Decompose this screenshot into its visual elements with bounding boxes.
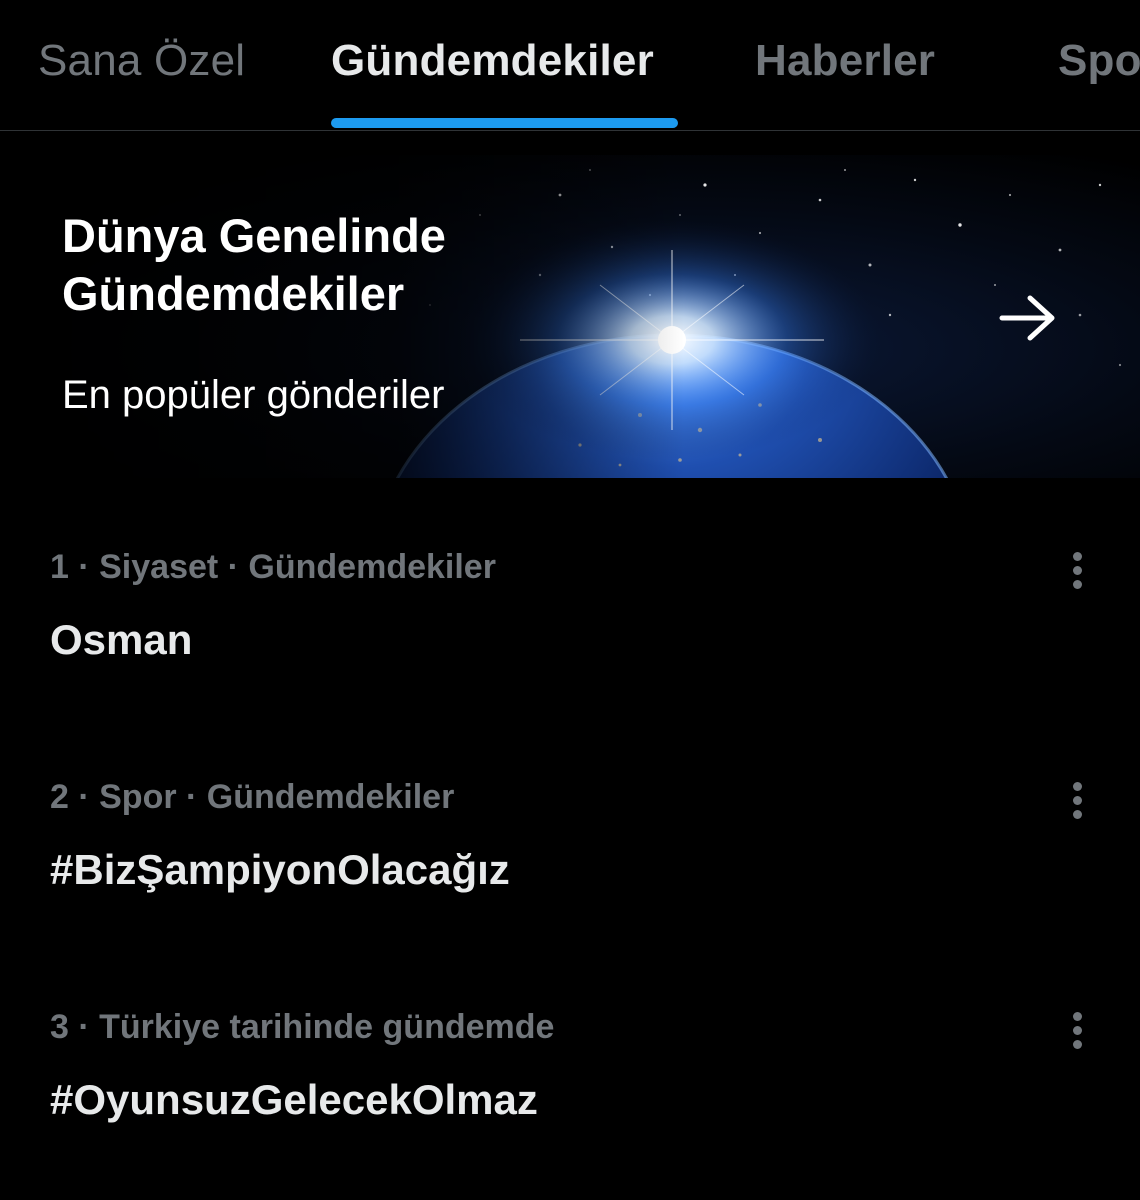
- more-options-icon[interactable]: [1056, 546, 1100, 596]
- tab-sports[interactable]: Spor: [1058, 36, 1140, 86]
- active-tab-indicator: [331, 118, 678, 128]
- trend-item[interactable]: 1 · Siyaset · Gündemdekiler Osman: [0, 540, 1140, 740]
- banner-title: Dünya Genelinde Gündemdekiler: [62, 207, 662, 323]
- tab-for-you[interactable]: Sana Özel: [38, 36, 245, 86]
- more-options-icon[interactable]: [1056, 776, 1100, 826]
- tab-trending[interactable]: Gündemdekiler: [331, 36, 654, 86]
- tab-news[interactable]: Haberler: [755, 36, 935, 86]
- banner-subtitle: En popüler gönderiler: [62, 373, 445, 417]
- trend-context: 2 · Spor · Gündemdekiler: [50, 778, 455, 816]
- banner-title-line-2: Gündemdekiler: [62, 267, 405, 320]
- trend-name: #OyunsuzGelecekOlmaz: [50, 1076, 538, 1123]
- trend-item[interactable]: 2 · Spor · Gündemdekiler #BizŞampiyonOla…: [0, 770, 1140, 970]
- explore-tab-bar: Sana Özel Gündemdekiler Haberler Spor: [0, 0, 1140, 131]
- arrow-right-icon[interactable]: [996, 293, 1060, 343]
- trend-name: #BizŞampiyonOlacağız: [50, 846, 510, 893]
- trend-context: 1 · Siyaset · Gündemdekiler: [50, 548, 496, 586]
- trend-context: 3 · Türkiye tarihinde gündemde: [50, 1008, 555, 1046]
- worldwide-trending-banner[interactable]: Dünya Genelinde Gündemdekiler En popüler…: [0, 155, 1140, 478]
- trend-name: Osman: [50, 616, 193, 663]
- more-options-icon[interactable]: [1056, 1006, 1100, 1056]
- trend-item[interactable]: 3 · Türkiye tarihinde gündemde #OyunsuzG…: [0, 1000, 1140, 1200]
- banner-title-line-1: Dünya Genelinde: [62, 209, 446, 262]
